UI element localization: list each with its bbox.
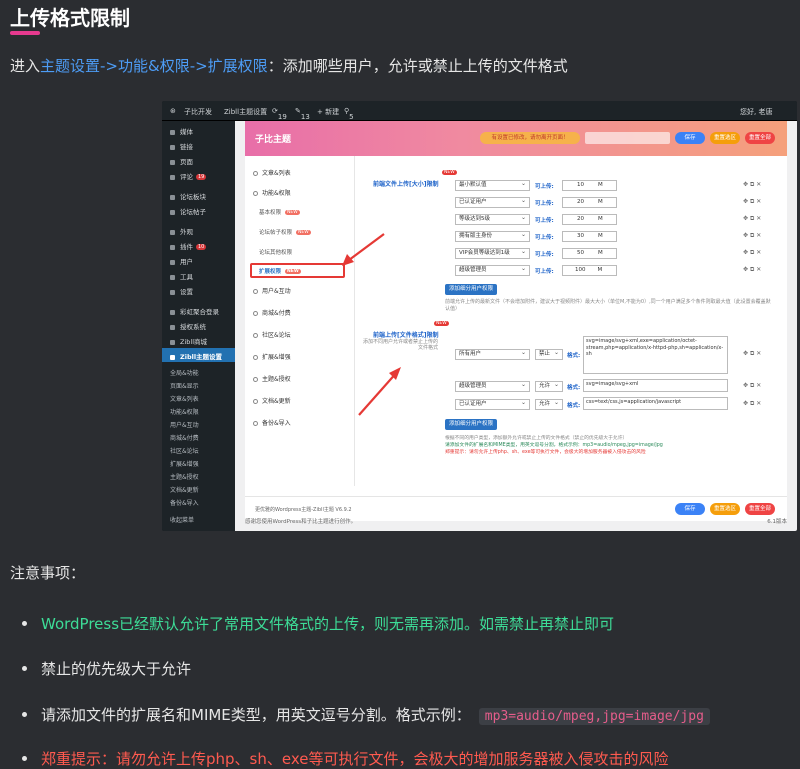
note-item: WordPress已经默认允许了常用文件格式的上传，则无需再添加。如需禁止再禁止…	[22, 613, 614, 634]
notes-title: 注意事项：	[10, 564, 86, 582]
note-text: 郑重提示：请勿允许上传php、sh、exe等可执行文件，会极大的增加服务器被入侵…	[41, 750, 669, 768]
intro-prefix: 进入	[10, 57, 41, 75]
intro-suffix: ：添加哪些用户，允许或禁止上传的文件格式	[267, 57, 568, 75]
heading-underline	[10, 31, 40, 35]
note-item: 请添加文件的扩展名和MIME类型，用英文逗号分割。格式示例： mp3=audio/…	[22, 704, 710, 725]
note-text: 禁止的优先级大于允许	[41, 660, 192, 678]
format-example-code: mp3=audio/mpeg,jpg=image/jpg	[478, 708, 710, 725]
settings-path-link[interactable]: 主题设置->功能&权限->扩展权限	[40, 57, 268, 75]
note-item: 郑重提示：请勿允许上传php、sh、exe等可执行文件，会极大的增加服务器被入侵…	[22, 748, 669, 769]
section-heading: 上传格式限制	[10, 6, 130, 30]
arrow-head-menu	[342, 254, 354, 266]
note-text: WordPress已经默认允许了常用文件格式的上传，则无需再添加。如需禁止再禁止…	[41, 615, 615, 633]
annotation-arrows	[342, 233, 401, 416]
settings-screenshot: ⊛ 子比开发 Zibll主题设置 ⟳ 19 ✎ 13 + 新建 ⚲ 5 您好, …	[162, 101, 797, 531]
note-item: 禁止的优先级大于允许	[22, 658, 191, 679]
note-text: 请添加文件的扩展名和MIME类型，用英文逗号分割。格式示例：	[41, 706, 471, 724]
intro-text: 进入主题设置->功能&权限->扩展权限：添加哪些用户，允许或禁止上传的文件格式	[10, 55, 568, 76]
arrow-to-format	[358, 370, 399, 416]
